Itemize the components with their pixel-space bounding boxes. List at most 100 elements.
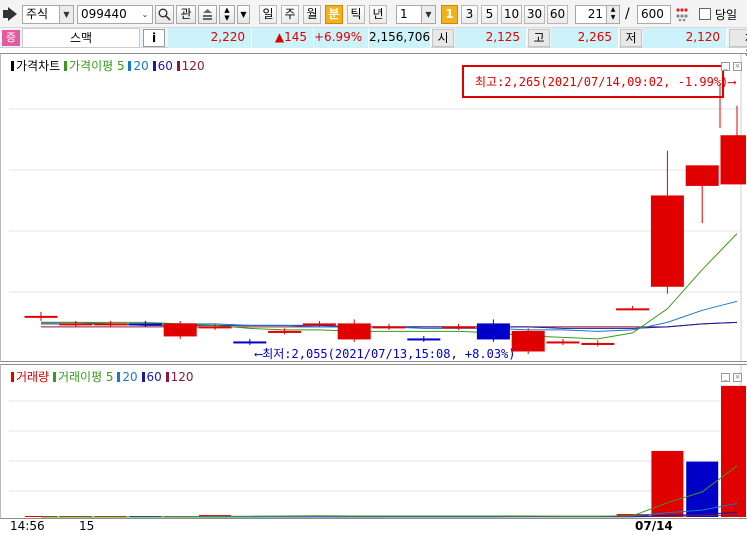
period-day-label: 일 xyxy=(262,7,274,21)
candle-body xyxy=(198,326,232,329)
quote-row: 증 스맥 i 2,220 ▲145 +6.99% 2,156,706 시 2,1… xyxy=(0,28,747,62)
volume-bar xyxy=(686,461,719,517)
price-chart-svg: 최고:2,265(2021/07/14,09:02, -1.99%)⟶ ⟵최저:2… xyxy=(9,54,746,361)
expand-icon[interactable] xyxy=(674,6,690,22)
market-badge: 증 xyxy=(2,30,20,46)
legend-vol-ma20[interactable]: 20 xyxy=(117,370,138,384)
legend-ma20[interactable]: 20 xyxy=(128,59,149,73)
interval-10-button[interactable]: 10 xyxy=(501,5,522,24)
toolbar: 주식 ▼ 099440 ⌄ 관 ▲ ▼ ▼ 일 주 월 분 틱 년 1 ▼ 1 3… xyxy=(0,0,747,28)
chevron-down-icon: ▼ xyxy=(59,6,73,23)
candle-body xyxy=(372,326,406,329)
price-pane-window-buttons: _ × xyxy=(718,57,742,71)
open-price: 2,125 xyxy=(455,28,527,48)
legend-ma5[interactable]: 가격이평 5 xyxy=(64,59,125,73)
interval-60-button[interactable]: 60 xyxy=(547,5,568,24)
interval-select[interactable]: 1 ▼ xyxy=(396,5,436,24)
market-select[interactable]: 주식 ▼ xyxy=(22,5,74,24)
period-week-button[interactable]: 주 xyxy=(281,5,299,24)
legend-vol-ma20-label: 20 xyxy=(122,370,138,384)
volume-chart-svg xyxy=(9,365,746,518)
candle-body xyxy=(268,330,302,333)
stock-code-input[interactable]: 099440 ⌄ xyxy=(77,5,153,24)
search-button[interactable] xyxy=(155,5,174,24)
candle-body xyxy=(442,326,476,329)
same-day-label: 당일 xyxy=(715,8,738,22)
volume-chart-pane[interactable]: 거래량 거래이평 5 20 60 120 _ × xyxy=(0,364,747,519)
low-price: 2,120 xyxy=(643,28,727,48)
candle-body xyxy=(233,341,267,344)
period-tick-button[interactable]: 틱 xyxy=(347,5,365,24)
interval-1-label: 1 xyxy=(445,7,454,21)
candle-body xyxy=(337,323,371,340)
link-arrow-icon[interactable] xyxy=(3,7,19,21)
same-day-checkbox[interactable] xyxy=(699,8,711,20)
minimize-icon[interactable]: _ xyxy=(721,373,730,382)
time-axis: 14:56 15 07/14 xyxy=(0,519,747,535)
market-select-value: 주식 xyxy=(26,7,49,21)
spinner-icon[interactable]: ▲ ▼ xyxy=(606,6,619,23)
period-year-button[interactable]: 년 xyxy=(369,5,387,24)
watchlist-button-label: 관 xyxy=(180,7,192,21)
interval-1-button[interactable]: 1 xyxy=(441,5,458,24)
search-icon xyxy=(158,8,171,24)
stock-code-value: 099440 xyxy=(81,7,127,21)
period-day-button[interactable]: 일 xyxy=(259,5,277,24)
legend-price-chart[interactable]: 가격차트 xyxy=(11,59,60,73)
interval-5-button[interactable]: 5 xyxy=(481,5,498,24)
minimize-icon[interactable]: _ xyxy=(721,62,730,71)
legend-ma120[interactable]: 120 xyxy=(176,59,205,73)
high-annotation-label: 최고:2,265(2021/07/14,09:02, -1.99%)⟶ xyxy=(475,75,736,89)
period-minute-button[interactable]: 분 xyxy=(325,5,343,24)
legend-ma5-label: 가격이평 5 xyxy=(69,59,125,73)
interval-60-label: 60 xyxy=(549,7,566,21)
stock-name: 스맥 xyxy=(22,28,140,48)
legend-vol-ma120[interactable]: 120 xyxy=(165,370,194,384)
candle-body xyxy=(720,135,746,185)
legend-vol-ma5-label: 거래이평 5 xyxy=(57,370,114,384)
legend-volume[interactable]: 거래량 xyxy=(11,370,49,384)
low-label: 저 xyxy=(620,29,642,47)
chevron-down-icon: ⌄ xyxy=(138,6,152,23)
candle-body xyxy=(616,308,650,311)
candle-body xyxy=(163,323,197,337)
interval-3-label: 3 xyxy=(465,7,474,21)
interval-5-label: 5 xyxy=(485,7,494,21)
close-icon[interactable]: × xyxy=(733,62,742,71)
legend-ma60[interactable]: 60 xyxy=(152,59,173,73)
legend-vol-ma60[interactable]: 60 xyxy=(141,370,162,384)
candle-body xyxy=(581,342,615,345)
view-count-value: 21 xyxy=(587,7,603,21)
high-label: 고 xyxy=(528,29,550,47)
price-chart-pane[interactable]: 가격차트 가격이평 5 20 60 120 _ × 최고:2,265(2021/0… xyxy=(0,53,747,362)
candle-body xyxy=(476,323,510,340)
high-price: 2,265 xyxy=(551,28,619,48)
updown-spinner[interactable]: ▲ ▼ xyxy=(219,5,235,24)
interval-10-label: 10 xyxy=(503,7,520,21)
close-icon[interactable]: × xyxy=(733,373,742,382)
stack-icon xyxy=(201,9,214,24)
interval-30-button[interactable]: 30 xyxy=(524,5,545,24)
candle-body xyxy=(685,165,719,186)
interval-3-button[interactable]: 3 xyxy=(461,5,478,24)
low-annotation-label: ⟵최저:2,055(2021/07/13,15:08, +8.03%) xyxy=(254,347,516,361)
trade-volume: 2,156,706 xyxy=(369,28,431,48)
legend-ma20-label: 20 xyxy=(133,59,149,73)
more-dropdown[interactable]: ▼ xyxy=(237,5,250,24)
legend-vol-ma5[interactable]: 거래이평 5 xyxy=(52,370,114,384)
candle-body xyxy=(94,323,128,326)
legend-ma60-label: 60 xyxy=(157,59,173,73)
candle-body xyxy=(650,195,684,287)
count-separator: / xyxy=(625,6,630,22)
total-count-input[interactable]: 600 xyxy=(637,5,671,24)
watchlist-button[interactable]: 관 xyxy=(176,5,196,24)
stock-info-button[interactable]: i xyxy=(143,29,165,47)
candle-body xyxy=(128,323,162,326)
interval-select-value: 1 xyxy=(400,7,408,21)
period-month-button[interactable]: 월 xyxy=(303,5,321,24)
view-count-input[interactable]: 21 ▲ ▼ xyxy=(575,5,620,24)
legend-price-chart-label: 가격차트 xyxy=(16,59,61,73)
stack-button[interactable] xyxy=(198,5,217,24)
time-label-hour: 15 xyxy=(79,519,95,533)
legend-vol-ma60-label: 60 xyxy=(146,370,162,384)
